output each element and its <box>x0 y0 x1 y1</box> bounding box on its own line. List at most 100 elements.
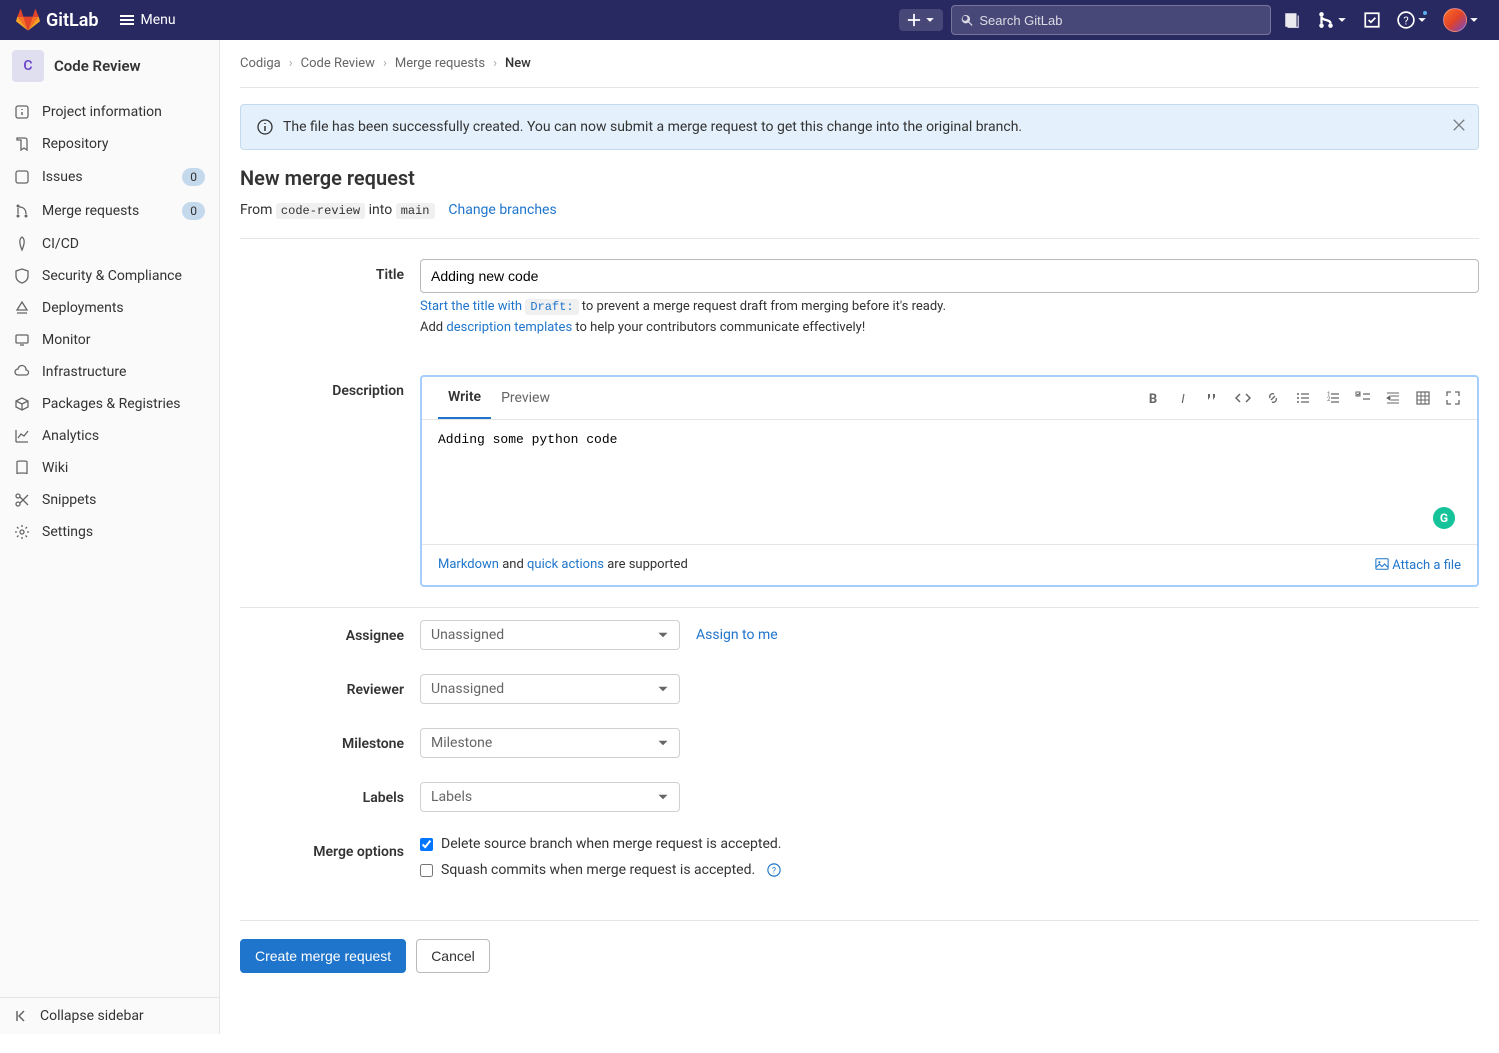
project-name: Code Review <box>54 57 141 75</box>
merge-icon <box>1317 11 1335 29</box>
chevron-down-icon <box>657 737 669 749</box>
squash-label: Squash commits when merge request is acc… <box>441 862 755 878</box>
indent-icon[interactable] <box>1385 390 1401 406</box>
sidebar-item-merge-requests[interactable]: Merge requests0 <box>0 194 219 228</box>
count-badge: 0 <box>182 168 205 186</box>
todo-icon <box>1363 11 1381 29</box>
bullet-list-icon[interactable] <box>1295 390 1311 406</box>
squash-row: Squash commits when merge request is acc… <box>420 862 1479 878</box>
title-label: Title <box>240 259 420 335</box>
title-input[interactable] <box>420 259 1479 293</box>
attach-file-link[interactable]: Attach a file <box>1375 557 1461 573</box>
milestone-label: Milestone <box>240 728 420 758</box>
sidebar-item-issues[interactable]: Issues0 <box>0 160 219 194</box>
sidebar-label: Monitor <box>42 332 205 348</box>
issue-icon <box>1283 11 1301 29</box>
sidebar-label: Snippets <box>42 492 205 508</box>
help-shortcut[interactable]: ? <box>1393 7 1431 33</box>
assignee-value: Unassigned <box>431 627 504 643</box>
description-section: Description Write Preview B I 12 <box>240 355 1479 607</box>
sidebar-item-deployments[interactable]: Deployments <box>0 292 219 324</box>
quote-icon[interactable] <box>1205 390 1221 406</box>
draft-link[interactable]: Start the title with Draft: <box>420 299 579 314</box>
menu-button[interactable]: Menu <box>111 8 184 32</box>
title-hint-draft: Start the title with Draft: to prevent a… <box>420 299 1479 314</box>
sidebar-item-project-info[interactable]: Project information <box>0 96 219 128</box>
sidebar-item-repository[interactable]: Repository <box>0 128 219 160</box>
chart-icon <box>14 428 30 444</box>
sidebar-item-security[interactable]: Security & Compliance <box>0 260 219 292</box>
assign-to-me-link[interactable]: Assign to me <box>696 627 778 643</box>
image-icon <box>1375 557 1389 571</box>
task-list-icon[interactable] <box>1355 390 1371 406</box>
milestone-dropdown[interactable]: Milestone <box>420 728 680 758</box>
create-merge-request-button[interactable]: Create merge request <box>240 939 406 973</box>
menu-label: Menu <box>141 12 176 28</box>
assignee-dropdown[interactable]: Unassigned <box>420 620 680 650</box>
collapse-sidebar-button[interactable]: Collapse sidebar <box>0 997 219 1034</box>
editor-toolbar: B I 12 <box>1145 390 1461 406</box>
monitor-icon <box>14 332 30 348</box>
avatar <box>1443 8 1467 32</box>
form-actions: Create merge request Cancel <box>240 920 1479 973</box>
issues-icon <box>14 169 30 185</box>
shield-icon <box>14 268 30 284</box>
cancel-button[interactable]: Cancel <box>416 939 490 973</box>
sidebar-label: Settings <box>42 524 205 540</box>
help-icon[interactable]: ? <box>767 863 781 877</box>
squash-checkbox[interactable] <box>420 864 433 877</box>
svg-text:2: 2 <box>1327 396 1331 403</box>
fullscreen-icon[interactable] <box>1445 390 1461 406</box>
project-header[interactable]: C Code Review <box>0 40 219 92</box>
reviewer-value: Unassigned <box>431 681 504 697</box>
issues-shortcut[interactable] <box>1279 7 1305 33</box>
user-menu[interactable] <box>1439 4 1483 36</box>
quick-actions-link[interactable]: quick actions <box>527 557 604 572</box>
sidebar-item-packages[interactable]: Packages & Registries <box>0 388 219 420</box>
search-input[interactable] <box>973 13 1262 28</box>
sidebar-item-wiki[interactable]: Wiki <box>0 452 219 484</box>
create-new-button[interactable] <box>899 9 943 31</box>
gitlab-logo[interactable]: GitLab <box>16 8 99 32</box>
merge-icon <box>14 203 30 219</box>
description-textarea[interactable] <box>422 420 1477 540</box>
description-label: Description <box>240 375 420 587</box>
tab-preview[interactable]: Preview <box>491 378 560 418</box>
labels-dropdown[interactable]: Labels <box>420 782 680 812</box>
todos-shortcut[interactable] <box>1359 7 1385 33</box>
editor-tabs: Write Preview B I 12 <box>422 377 1477 420</box>
project-avatar: C <box>12 50 44 82</box>
sidebar-label: Deployments <box>42 300 205 316</box>
close-flash-button[interactable] <box>1452 118 1466 136</box>
markdown-link[interactable]: Markdown <box>438 557 499 572</box>
svg-text:I: I <box>1181 392 1185 406</box>
grammarly-badge[interactable]: G <box>1433 507 1455 529</box>
italic-icon[interactable]: I <box>1175 390 1191 406</box>
reviewer-dropdown[interactable]: Unassigned <box>420 674 680 704</box>
svg-text:?: ? <box>772 867 776 877</box>
sidebar-item-infrastructure[interactable]: Infrastructure <box>0 356 219 388</box>
tab-write[interactable]: Write <box>438 377 491 419</box>
sidebar-item-monitor[interactable]: Monitor <box>0 324 219 356</box>
breadcrumb-code-review[interactable]: Code Review <box>301 56 375 71</box>
sidebar-item-cicd[interactable]: CI/CD <box>0 228 219 260</box>
sidebar-item-analytics[interactable]: Analytics <box>0 420 219 452</box>
sidebar-item-settings[interactable]: Settings <box>0 516 219 548</box>
title-hint-templates: Add description templates to help your c… <box>420 320 1479 335</box>
sidebar-item-snippets[interactable]: Snippets <box>0 484 219 516</box>
main-content: Codiga › Code Review › Merge requests › … <box>220 40 1499 1053</box>
collapse-icon <box>14 1008 30 1024</box>
reviewer-section: Reviewer Unassigned <box>240 662 1479 716</box>
merge-requests-shortcut[interactable] <box>1313 7 1351 33</box>
gear-icon <box>14 524 30 540</box>
bold-icon[interactable]: B <box>1145 390 1161 406</box>
numbered-list-icon[interactable]: 12 <box>1325 390 1341 406</box>
table-icon[interactable] <box>1415 390 1431 406</box>
change-branches-link[interactable]: Change branches <box>448 202 556 218</box>
link-icon[interactable] <box>1265 390 1281 406</box>
delete-branch-checkbox[interactable] <box>420 838 433 851</box>
breadcrumb-merge-requests[interactable]: Merge requests <box>395 56 485 71</box>
templates-link[interactable]: description templates <box>446 320 572 335</box>
breadcrumb-codiga[interactable]: Codiga <box>240 56 281 71</box>
code-icon[interactable] <box>1235 390 1251 406</box>
